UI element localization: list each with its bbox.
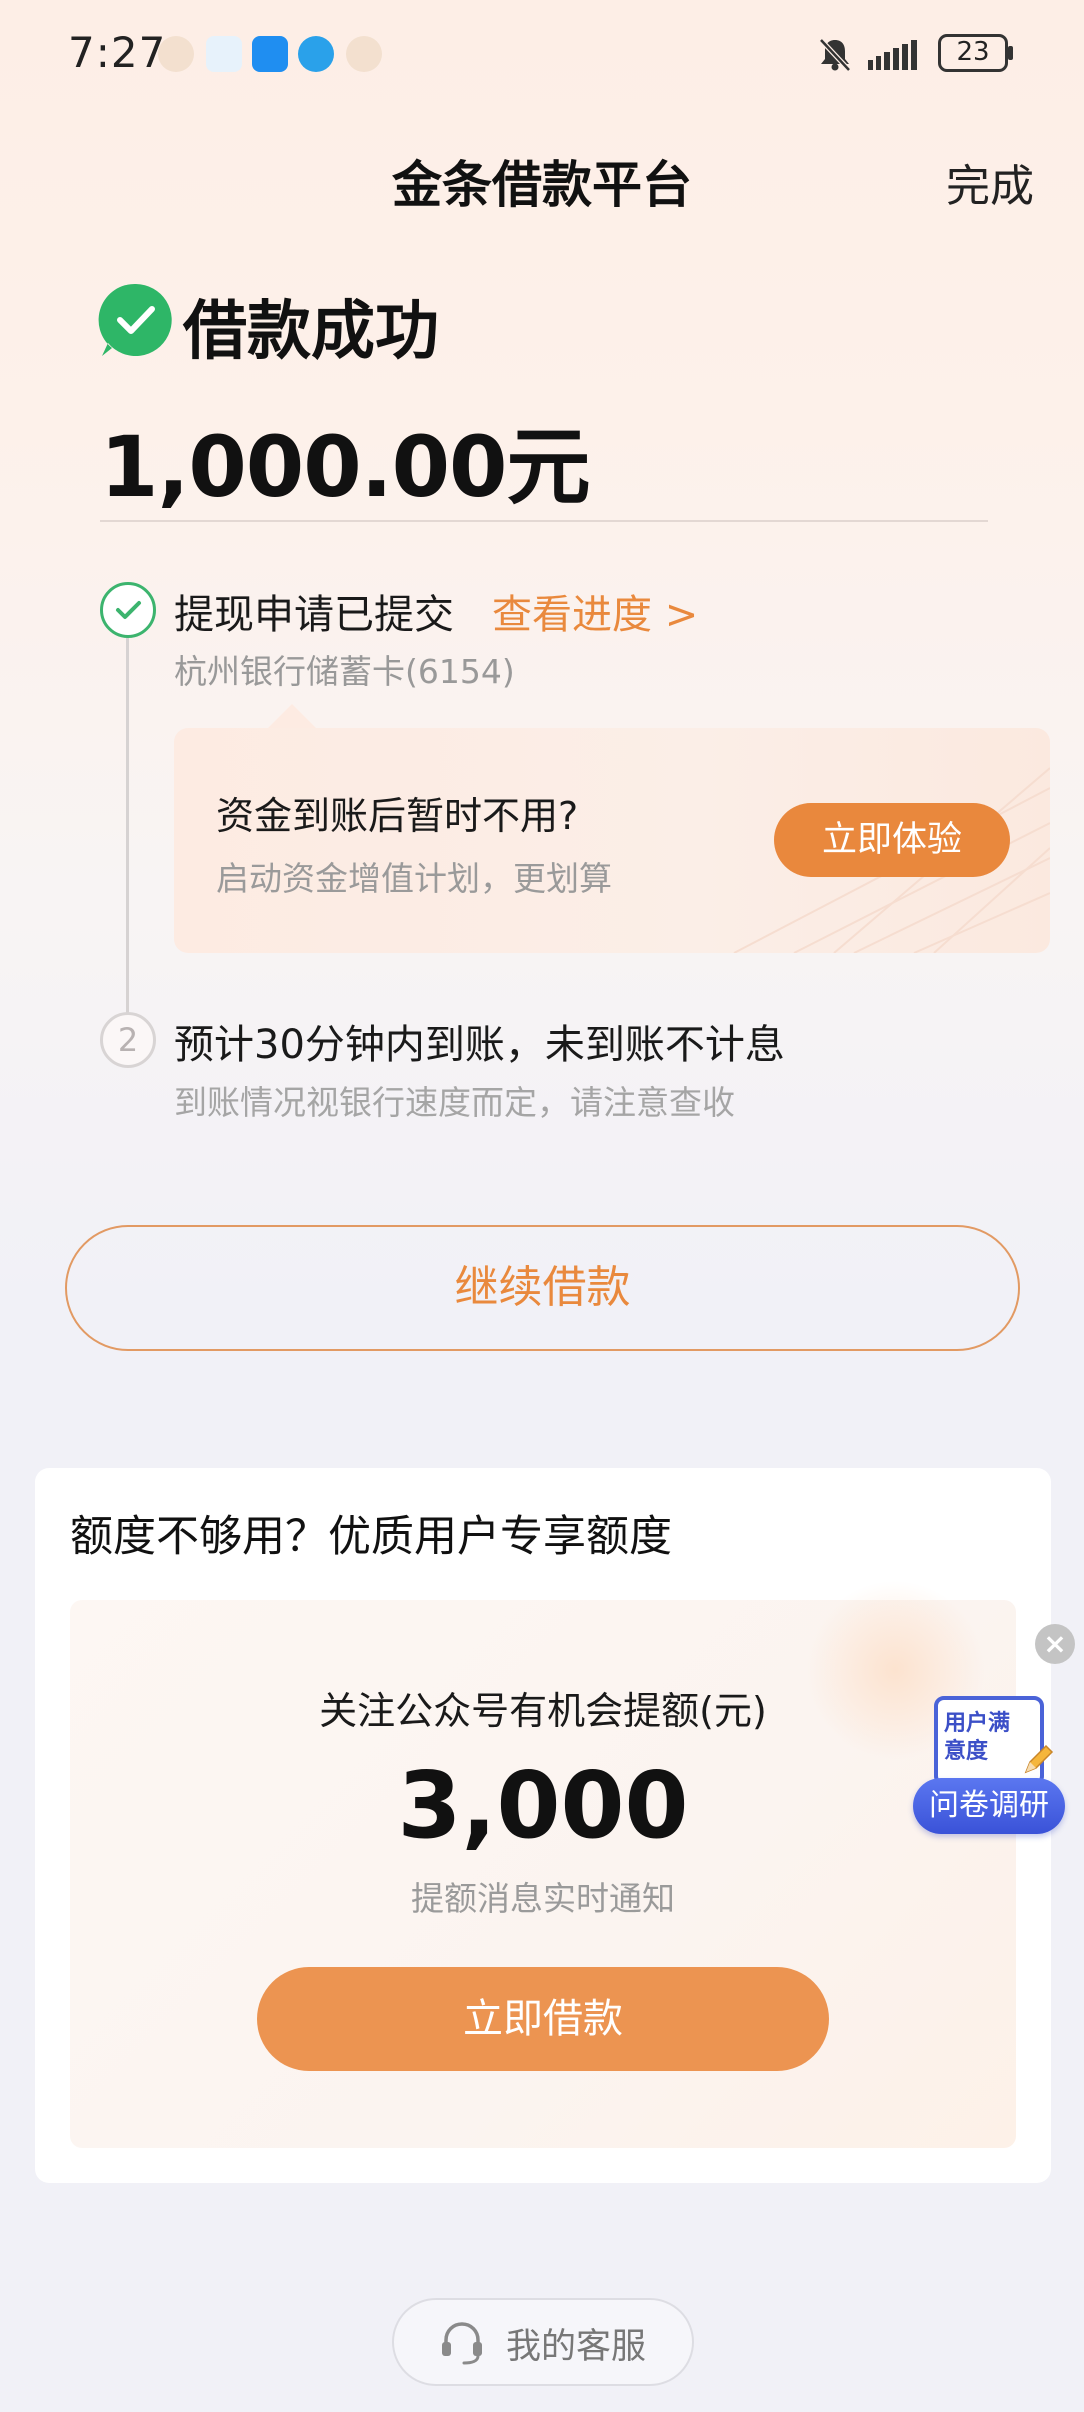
quota-card-title: 额度不够用？优质用户专享额度 <box>70 1512 672 1562</box>
done-button[interactable]: 完成 <box>946 150 1034 214</box>
step-number-icon: 2 <box>100 1012 156 1068</box>
bank-card-label: 杭州银行储蓄卡(6154) <box>174 652 515 691</box>
app-notification-icon <box>298 36 334 72</box>
success-check-icon <box>98 283 172 356</box>
pencil-icon <box>1024 1744 1054 1774</box>
quota-value: 3,000 <box>397 1752 689 1859</box>
divider <box>100 520 988 522</box>
step1-title: 提现申请已提交 <box>174 592 454 638</box>
timeline-line <box>126 636 129 1016</box>
survey-card-label: 用户满意度 <box>944 1711 1011 1764</box>
status-time: 7:27 <box>68 28 167 77</box>
battery-tip <box>1008 46 1013 60</box>
customer-service-label: 我的客服 <box>506 2327 647 2367</box>
quota-note: 提额消息实时通知 <box>411 1879 675 1918</box>
app-notification-icon <box>158 36 194 72</box>
promo-subtitle: 启动资金增值计划，更划算 <box>216 859 612 898</box>
signal-icon <box>868 40 917 70</box>
step2-subtitle: 到账情况视银行速度而定，请注意查收 <box>174 1083 735 1122</box>
quota-label: 关注公众号有机会提额(元) <box>319 1689 767 1733</box>
continue-borrow-button[interactable]: 继续借款 <box>65 1225 1020 1351</box>
bell-muted-icon <box>819 38 851 72</box>
step2-title: 预计30分钟内到账，未到账不计息 <box>174 1022 785 1068</box>
step-complete-icon <box>100 582 156 638</box>
success-title: 借款成功 <box>183 295 439 369</box>
view-progress-link[interactable]: 查看进度 > <box>492 582 698 640</box>
page-title: 金条借款平台 <box>392 156 692 214</box>
promo-pointer <box>268 704 316 728</box>
try-now-button[interactable]: 立即体验 <box>774 803 1010 877</box>
app-notification-icon <box>206 36 242 72</box>
app-notification-icon <box>346 36 382 72</box>
loan-amount: 1,000.00元 <box>100 418 591 516</box>
borrow-now-button[interactable]: 立即借款 <box>257 1967 829 2071</box>
message-notification-icon <box>252 36 288 72</box>
promo-title: 资金到账后暂时不用? <box>216 794 579 838</box>
close-icon[interactable]: × <box>1035 1624 1075 1664</box>
headset-icon <box>442 2322 482 2365</box>
survey-button[interactable]: 问卷调研 <box>913 1778 1065 1834</box>
battery-icon: 23 <box>938 34 1008 72</box>
